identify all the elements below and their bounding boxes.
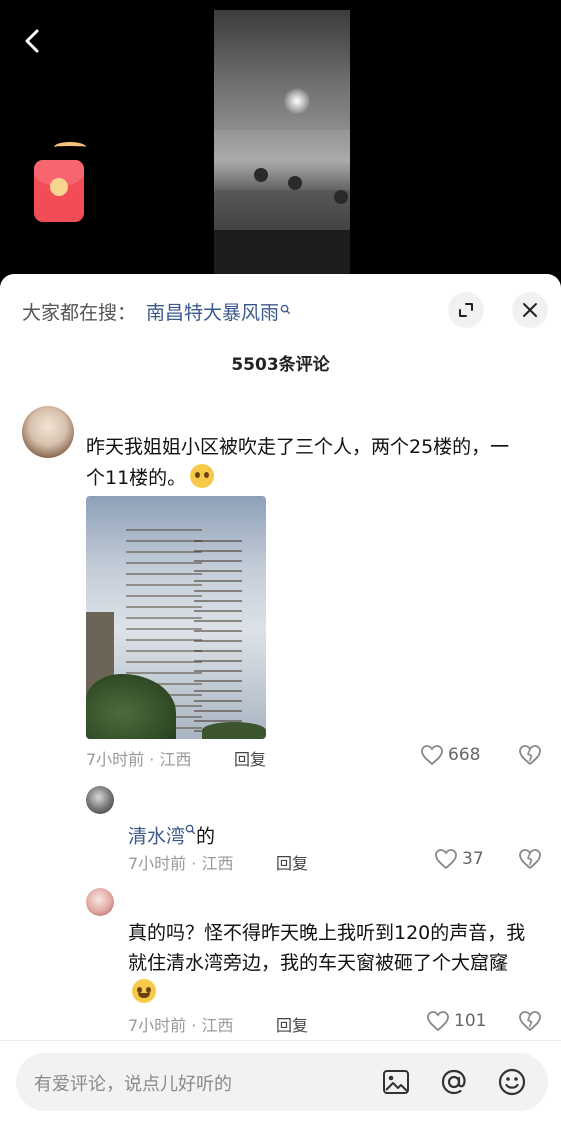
reply-button[interactable]: 回复 <box>234 746 266 770</box>
comment-text: 昨天我姐姐小区被吹走了三个人，两个25楼的，一个11楼的。 <box>86 432 526 494</box>
video-player[interactable] <box>0 0 561 290</box>
hot-search-row[interactable]: 大家都在搜： 南昌特大暴风雨 <box>22 296 291 326</box>
like-button[interactable]: 668 <box>420 744 480 766</box>
comment-photo[interactable] <box>86 496 266 739</box>
red-packet-coin <box>50 178 68 196</box>
search-icon <box>280 304 291 318</box>
comment-sheet: 大家都在搜： 南昌特大暴风雨 5503条评论 昨天我姐姐小区被吹走了三个人，两个… <box>0 274 561 1128</box>
hot-search-term[interactable]: 南昌特大暴风雨 <box>146 298 279 325</box>
search-icon <box>185 824 196 838</box>
video-frame[interactable] <box>214 10 350 274</box>
expand-button[interactable] <box>448 292 484 328</box>
reply-body: 真的吗？怪不得昨天晚上我听到120的声音，我就住清水湾旁边，我的车天窗被砸了个大… <box>128 922 526 974</box>
avatar[interactable] <box>86 786 114 814</box>
video-object <box>288 176 302 190</box>
avatar[interactable] <box>22 406 74 458</box>
video-object <box>334 190 348 204</box>
dislike-button[interactable] <box>518 744 542 770</box>
like-count: 101 <box>454 1011 487 1031</box>
like-button[interactable]: 101 <box>426 1010 486 1032</box>
comment-time-location: 7小时前 · 江西 <box>86 750 192 769</box>
dislike-button[interactable] <box>518 848 542 874</box>
reply-body: 的 <box>196 825 216 848</box>
avatar[interactable] <box>86 888 114 916</box>
comment-input-placeholder: 有爱评论，说点儿好听的 <box>34 1074 232 1095</box>
emoji-icon[interactable] <box>496 1066 528 1098</box>
red-packet-icon[interactable] <box>34 142 86 224</box>
broken-heart-icon <box>519 1011 541 1032</box>
like-count: 668 <box>448 745 481 765</box>
comment-body: 昨天我姐姐小区被吹走了三个人，两个25楼的，一个11楼的。 <box>86 436 510 489</box>
like-button[interactable]: 37 <box>434 848 484 870</box>
hot-search-prefix: 大家都在搜： <box>22 301 137 324</box>
reply-text: 清水湾的 <box>128 816 528 851</box>
pleading-face-emoji <box>190 464 215 488</box>
video-street-light <box>284 88 310 114</box>
image-icon[interactable] <box>380 1066 412 1098</box>
video-object <box>254 168 268 182</box>
video-floor <box>214 230 350 274</box>
close-button[interactable] <box>512 292 548 328</box>
reply-user-link[interactable]: 清水湾 <box>128 825 185 847</box>
reply-time-location: 7小时前 · 江西 <box>128 1016 234 1035</box>
laughing-tears-emoji <box>132 979 156 1003</box>
heart-icon <box>427 1011 449 1032</box>
reply-time-location: 7小时前 · 江西 <box>128 854 234 873</box>
comment-input[interactable]: 有爱评论，说点儿好听的 <box>16 1053 548 1111</box>
broken-heart-icon <box>519 745 541 766</box>
back-chevron-icon[interactable] <box>18 26 48 56</box>
heart-icon <box>421 745 443 766</box>
red-packet-ribbon <box>54 142 86 152</box>
like-count: 37 <box>462 849 484 869</box>
reply-text: 真的吗？怪不得昨天晚上我听到120的声音，我就住清水湾旁边，我的车天窗被砸了个大… <box>128 918 528 1008</box>
broken-heart-icon <box>519 849 541 870</box>
reply-button[interactable]: 回复 <box>276 1012 308 1036</box>
expand-icon <box>459 303 473 317</box>
reply-button[interactable]: 回复 <box>276 850 308 874</box>
comment-input-bar: 有爱评论，说点儿好听的 <box>0 1040 561 1128</box>
mention-icon[interactable] <box>438 1066 470 1098</box>
video-haze <box>214 130 350 190</box>
photo-trees <box>202 722 266 739</box>
close-icon <box>523 303 537 317</box>
dislike-button[interactable] <box>518 1010 542 1036</box>
comment-count: 5503条评论 <box>231 355 330 375</box>
heart-icon <box>435 849 457 870</box>
red-packet-body <box>34 160 84 222</box>
